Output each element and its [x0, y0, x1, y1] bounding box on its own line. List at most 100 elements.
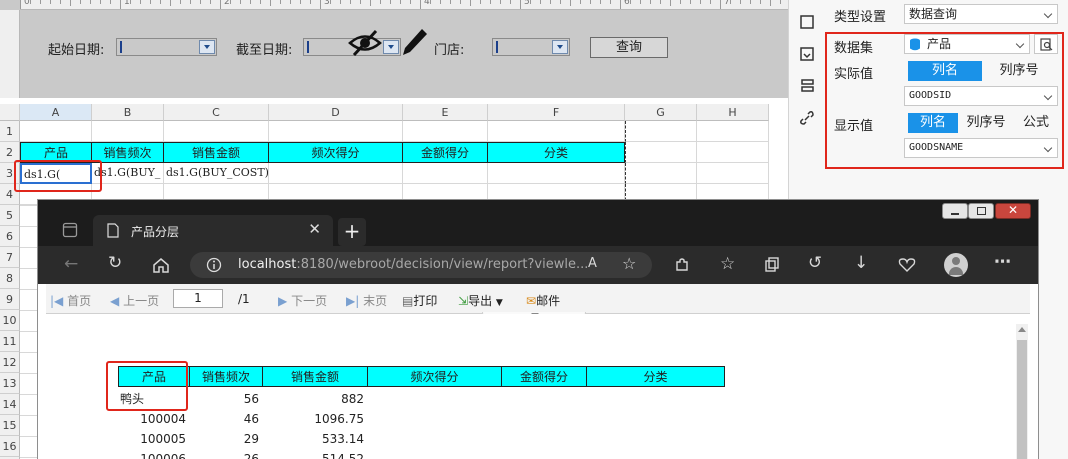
vertical-scrollbar[interactable] [1016, 324, 1028, 459]
column-header[interactable]: C [164, 104, 269, 121]
row-header[interactable]: 4 [0, 184, 20, 205]
column-header[interactable]: E [403, 104, 488, 121]
dataset-preview-button[interactable] [1034, 34, 1058, 54]
next-page-button[interactable]: ▶ 下一页 [278, 292, 327, 309]
display-tab-column-index[interactable]: 列序号 [958, 113, 1014, 133]
store-combo[interactable] [492, 38, 570, 56]
column-header[interactable]: G [625, 104, 697, 121]
workspaces-icon[interactable] [62, 222, 78, 238]
column-header[interactable]: B [92, 104, 164, 121]
display-tab-column-name[interactable]: 列名 [908, 113, 958, 133]
browser-tab[interactable]: 产品分层 ✕ [93, 215, 333, 246]
grid-cell[interactable] [403, 121, 488, 142]
row-header[interactable]: 13 [0, 373, 20, 394]
grid-cell[interactable] [697, 163, 769, 184]
actual-tab-column-name[interactable]: 列名 [908, 61, 982, 81]
dropdown-icon[interactable] [552, 40, 568, 54]
scroll-up-icon[interactable] [1018, 327, 1026, 332]
row-header[interactable]: 2 [0, 142, 20, 163]
hide-eye-icon[interactable] [348, 28, 382, 58]
home-icon[interactable] [152, 257, 170, 273]
download-icon[interactable]: ↓ [854, 253, 868, 273]
read-aloud-icon[interactable]: A [588, 256, 597, 271]
history-icon[interactable]: ↺ [808, 253, 822, 273]
maximize-icon[interactable] [968, 203, 994, 219]
minimize-icon[interactable] [942, 203, 968, 219]
row-header[interactable]: 7 [0, 247, 20, 268]
export-button[interactable]: ⇲导出 ▼ [458, 292, 503, 309]
row-header[interactable]: 10 [0, 310, 20, 331]
header-cell-amount-score[interactable]: 金额得分 [403, 142, 488, 163]
info-icon[interactable] [206, 257, 222, 273]
row-header[interactable]: 16 [0, 436, 20, 457]
widget-icon[interactable] [799, 46, 815, 62]
grid-cell[interactable] [488, 163, 625, 184]
calendar-dropdown-icon[interactable] [383, 40, 399, 54]
back-arrow-icon[interactable]: ← [64, 254, 78, 274]
formula-cell-product[interactable]: ds1.G( [20, 163, 92, 184]
row-header[interactable]: 11 [0, 331, 20, 352]
cell-element-icon[interactable] [799, 14, 815, 30]
row-header[interactable]: 8 [0, 268, 20, 289]
collections-icon[interactable] [764, 257, 780, 273]
hyperlink-icon[interactable] [799, 110, 815, 126]
print-button[interactable]: ▤打印 [402, 292, 437, 309]
grid-cell[interactable] [625, 121, 697, 142]
corner-cell[interactable] [0, 104, 20, 121]
last-page-button[interactable]: ▶| 末页 [346, 292, 387, 309]
start-date-input[interactable] [116, 38, 217, 56]
row-header[interactable]: 9 [0, 289, 20, 310]
header-cell-sales-freq[interactable]: 销售频次 [92, 142, 164, 163]
actual-field-select[interactable]: GOODSID [904, 86, 1058, 106]
extensions-icon[interactable] [674, 257, 690, 273]
scrollbar-thumb[interactable] [1017, 340, 1027, 459]
column-header[interactable]: A [20, 104, 92, 121]
row-header[interactable]: 12 [0, 352, 20, 373]
display-tab-formula[interactable]: 公式 [1014, 113, 1058, 133]
display-field-select[interactable]: GOODSNAME [904, 138, 1058, 158]
grid-cell[interactable] [92, 121, 164, 142]
grid-cell[interactable] [269, 121, 403, 142]
formula-cell-sales-freq[interactable]: ds1.G(BUY_ [92, 163, 164, 184]
mail-button[interactable]: ✉邮件 [526, 292, 560, 309]
header-cell-product[interactable]: 产品 [20, 142, 92, 163]
tab-close-icon[interactable]: ✕ [308, 220, 321, 238]
grid-cell[interactable] [625, 142, 697, 163]
refresh-icon[interactable]: ↻ [108, 253, 122, 273]
grid-cell[interactable] [625, 163, 697, 184]
grid-cell[interactable] [697, 121, 769, 142]
row-header[interactable]: 15 [0, 415, 20, 436]
column-header[interactable]: D [269, 104, 403, 121]
header-cell-freq-score[interactable]: 频次得分 [269, 142, 403, 163]
grid-cell[interactable] [488, 121, 625, 142]
dataset-select[interactable]: 产品 [904, 34, 1030, 54]
query-button[interactable]: 查询 [590, 37, 668, 58]
edit-pencil-icon[interactable] [400, 26, 430, 58]
column-header[interactable]: H [697, 104, 769, 121]
row-header[interactable]: 3 [0, 163, 20, 184]
grid-cell[interactable] [697, 142, 769, 163]
close-window-icon[interactable]: ✕ [995, 203, 1031, 219]
header-cell-category[interactable]: 分类 [488, 142, 625, 163]
row-header[interactable]: 1 [0, 121, 20, 142]
profile-avatar-icon[interactable] [944, 253, 968, 277]
grid-cell[interactable] [164, 121, 269, 142]
row-header[interactable]: 14 [0, 394, 20, 415]
page-number-input[interactable]: 1 [173, 289, 223, 308]
row-header[interactable]: 5 [0, 205, 20, 226]
prev-page-button[interactable]: ◀ 上一页 [110, 292, 159, 309]
more-menu-icon[interactable]: ⋯ [994, 252, 1011, 272]
favorite-add-icon[interactable]: ☆ [622, 254, 636, 273]
url-input[interactable]: localhost:8180/webroot/decision/view/rep… [190, 252, 652, 278]
actual-tab-column-index[interactable]: 列序号 [982, 61, 1056, 81]
column-header[interactable]: F [488, 104, 625, 121]
performance-icon[interactable] [898, 257, 916, 273]
header-cell-sales-amount[interactable]: 销售金额 [164, 142, 269, 163]
grid-cell[interactable] [269, 163, 403, 184]
format-icon[interactable] [799, 78, 815, 94]
formula-cell-sales-amount[interactable]: ds1.G(BUY_COST) [164, 163, 269, 184]
row-header[interactable]: 6 [0, 226, 20, 247]
new-tab-icon[interactable]: + [338, 218, 366, 246]
calendar-dropdown-icon[interactable] [199, 40, 215, 54]
first-page-button[interactable]: |◀ 首页 [50, 292, 91, 309]
